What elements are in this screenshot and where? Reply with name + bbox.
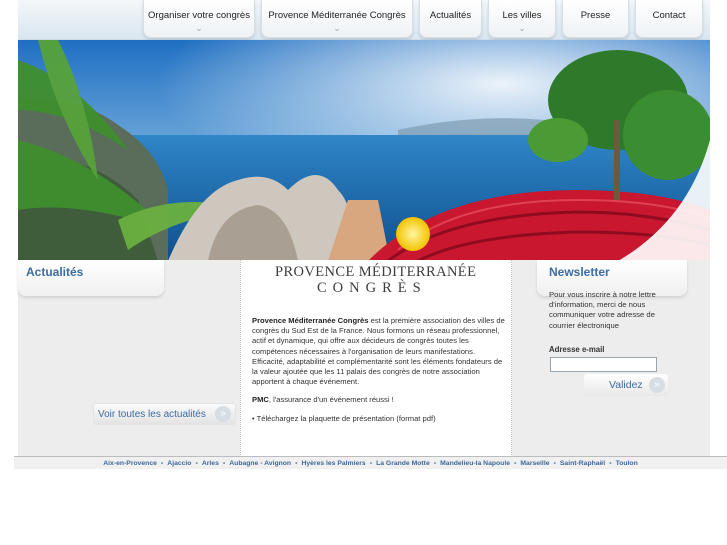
- separator: •: [195, 459, 198, 467]
- banner-illustration: [18, 40, 710, 261]
- city-link[interactable]: Ajaccio: [167, 460, 191, 467]
- main-nav: Organiser votre congrès ⌄ Provence Médit…: [143, 0, 703, 38]
- page: Organiser votre congrès ⌄ Provence Médit…: [0, 0, 727, 545]
- double-chevron-right-icon: »: [215, 406, 231, 422]
- download-brochure-link[interactable]: • Téléchargez la plaquette de présentati…: [252, 414, 508, 424]
- separator: •: [369, 459, 373, 467]
- nav-label: Presse: [580, 10, 611, 21]
- city-link[interactable]: La Grande Motte: [376, 460, 430, 467]
- separator: •: [295, 459, 298, 467]
- pmc-text: , l'assurance d'un événement réussi !: [268, 395, 394, 405]
- separator: •: [553, 459, 556, 467]
- intro-text: Provence Méditerranée Congrès est la pre…: [252, 316, 508, 424]
- newsletter-column: Newsletter Pour vous inscrire à notre le…: [512, 260, 710, 457]
- nav-label: Organiser votre congrès: [148, 10, 250, 21]
- email-field[interactable]: [550, 357, 657, 372]
- separator: •: [609, 459, 612, 467]
- double-chevron-right-icon: »: [649, 377, 665, 393]
- pmc-label: PMC: [252, 395, 269, 405]
- news-title: Actualités: [26, 265, 84, 279]
- city-link[interactable]: Arles: [202, 460, 219, 467]
- nav-presse[interactable]: Presse: [562, 0, 629, 38]
- city-link[interactable]: Hyères les Palmiers: [301, 460, 365, 467]
- newsletter-description: Pour vous inscrire à notre lettre d'info…: [549, 290, 656, 330]
- chevron-down-icon: ⌄: [518, 23, 526, 33]
- news-column: Actualités Voir toutes les actualités »: [18, 260, 240, 457]
- nav-label: Actualités: [429, 10, 472, 21]
- city-link[interactable]: Marseille: [520, 460, 549, 467]
- email-label: Adresse e-mail: [549, 345, 605, 354]
- all-news-label: Voir toutes les actualités: [98, 408, 206, 420]
- city-link[interactable]: Toulon: [616, 460, 638, 467]
- intro-paragraph: Provence Méditerranée Congrès est la pre…: [252, 316, 508, 357]
- validate-label: Validez: [609, 379, 643, 391]
- content-panel: Actualités Voir toutes les actualités » …: [18, 260, 710, 457]
- nav-provence-mediterranee-congres[interactable]: Provence Méditerranée Congrès ⌄: [261, 0, 413, 38]
- nav-contact[interactable]: Contact: [635, 0, 703, 38]
- nav-actualites[interactable]: Actualités: [419, 0, 482, 38]
- separator: •: [222, 459, 226, 467]
- nav-label: Contact: [652, 10, 686, 21]
- chevron-down-icon: ⌄: [333, 23, 341, 33]
- nav-les-villes[interactable]: Les villes ⌄: [488, 0, 556, 38]
- footer-city-links: Aix-en-Provence • Ajaccio • Arles • Auba…: [14, 457, 727, 469]
- nav-organiser-congres[interactable]: Organiser votre congrès ⌄: [143, 0, 255, 38]
- nav-label: Provence Méditerranée Congrès: [268, 10, 406, 21]
- city-link[interactable]: Aix-en-Provence: [103, 460, 157, 467]
- city-link[interactable]: Saint-Raphaël: [560, 460, 605, 467]
- separator: •: [433, 459, 437, 467]
- chevron-down-icon: ⌄: [195, 23, 203, 33]
- pmc-tagline: PMC, l'assurance d'un événement réussi !: [252, 395, 508, 405]
- hero-banner-image: [18, 40, 710, 261]
- logo-text-line1: PROVENCE MÉDITERRANÉE: [275, 264, 477, 280]
- nav-label: Les villes: [502, 10, 542, 21]
- newsletter-title: Newsletter: [549, 265, 610, 279]
- intro-brand: Provence Méditerranée Congrès: [252, 316, 369, 325]
- all-news-button[interactable]: Voir toutes les actualités »: [93, 403, 236, 425]
- logo-text-line2: CONGRÈS: [317, 280, 427, 296]
- city-link[interactable]: Mandelieu-la Napoule: [440, 460, 510, 467]
- validate-button[interactable]: Validez »: [584, 374, 668, 396]
- city-link[interactable]: Aubagne - Avignon: [229, 460, 291, 467]
- separator: •: [160, 459, 164, 467]
- separator: •: [514, 459, 517, 467]
- intro-column: PROVENCE MÉDITERRANÉE CONGRÈS Provence M…: [240, 260, 512, 457]
- intro-paragraph-2: Efficacité, adaptabilité et complémentar…: [252, 356, 503, 387]
